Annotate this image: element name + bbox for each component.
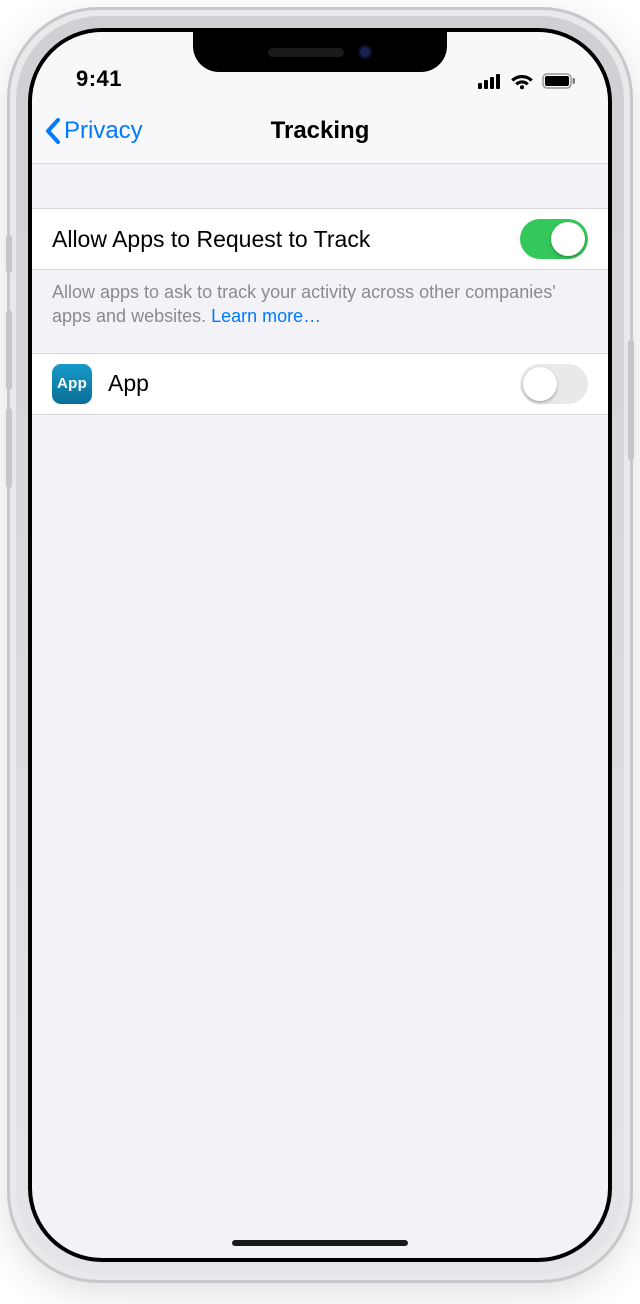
allow-apps-request-cell: Allow Apps to Request to Track xyxy=(32,208,608,270)
status-time: 9:41 xyxy=(76,66,122,92)
learn-more-link[interactable]: Learn more… xyxy=(211,306,321,326)
silence-switch xyxy=(6,235,12,273)
navigation-bar: Privacy Tracking xyxy=(32,98,608,164)
settings-content: Allow Apps to Request to Track Allow app… xyxy=(32,164,608,415)
back-label: Privacy xyxy=(64,117,143,145)
iphone-device-frame: 9:41 xyxy=(10,10,630,1280)
battery-icon xyxy=(542,73,576,89)
cellular-signal-icon xyxy=(478,73,502,89)
home-indicator[interactable] xyxy=(232,1240,408,1246)
app-tracking-cell: App App xyxy=(32,353,608,415)
power-button xyxy=(628,340,634,460)
allow-apps-request-toggle[interactable] xyxy=(520,219,588,259)
screen: 9:41 xyxy=(32,32,608,1258)
status-icons xyxy=(478,72,576,92)
volume-down-button xyxy=(6,408,12,488)
chevron-left-icon xyxy=(44,117,62,145)
app-name-label: App xyxy=(108,370,520,397)
app-tracking-toggle[interactable] xyxy=(520,364,588,404)
allow-apps-request-label: Allow Apps to Request to Track xyxy=(52,226,520,253)
volume-up-button xyxy=(6,310,12,390)
front-camera-icon xyxy=(358,45,372,59)
app-icon: App xyxy=(52,364,92,404)
back-button[interactable]: Privacy xyxy=(44,117,143,145)
wifi-icon xyxy=(510,72,534,90)
tracking-footer: Allow apps to ask to track your activity… xyxy=(32,270,608,353)
notch xyxy=(193,32,447,72)
